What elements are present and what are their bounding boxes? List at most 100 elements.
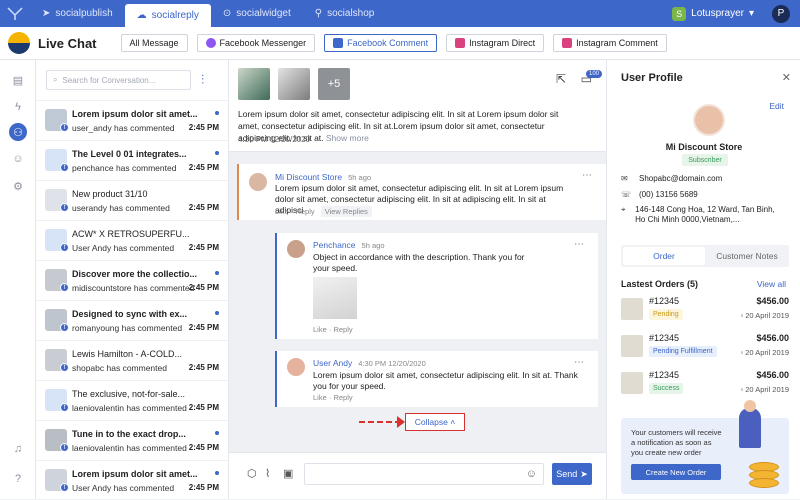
send-icon: ➤ [580,468,588,479]
shop-icon: ⚲ [314,8,323,19]
unread-indicator [215,471,219,475]
tab-socialwidget[interactable]: ⊙ socialwidget [211,0,303,27]
user-icon[interactable]: ☺ [9,150,27,168]
more-options-icon[interactable]: ⋯ [574,239,584,250]
filter-facebook-messenger[interactable]: Facebook Messenger [196,34,316,52]
facebook-icon: f [60,363,69,372]
conversation-time: 2:45 PM [188,443,219,452]
conversation-title: Designed to sync with ex... [72,309,188,319]
filter-instagram-direct[interactable]: Instagram Direct [446,34,545,52]
message-input[interactable]: ☺ [304,463,544,485]
tab-socialshop[interactable]: ⚲ socialshop [303,0,387,27]
like-link[interactable]: Like [313,325,327,334]
more-options-icon[interactable]: ⋯ [574,357,584,368]
network-icon[interactable]: ⚇ [9,123,27,141]
status-badge: Success [649,383,684,394]
show-more-link[interactable]: Show more [326,133,369,143]
search-input[interactable]: ⌕ Search for Conversation... [46,70,191,90]
instagram-icon [562,38,573,48]
like-link[interactable]: Like [313,393,327,402]
post-image[interactable] [278,68,310,100]
product-icon[interactable]: ⬡ [247,467,257,480]
store-selector[interactable]: S Lotusprayer ▾ [672,6,754,21]
filter-instagram-comment[interactable]: Instagram Comment [553,34,667,52]
view-all-link[interactable]: View all [757,279,786,289]
conversation-subtitle: midiscountstore has commented [72,283,195,293]
comment-author[interactable]: Mi Discount Store 5h ago [275,172,371,182]
reply-link[interactable]: Reply [333,393,352,402]
collapse-button[interactable]: Collapse ˄ [405,413,465,431]
filter-facebook-comment[interactable]: Facebook Comment [324,34,438,52]
conversation-item[interactable]: f Lorem ipsum dolor sit amet... user_andy … [36,100,229,140]
facebook-icon: f [60,203,69,212]
unread-indicator [215,431,219,435]
gear-icon[interactable]: ⚙ [9,177,27,195]
conversation-item[interactable]: f The Level 0 01 integrates... penchance h… [36,140,229,180]
user-avatar[interactable]: P [772,4,790,23]
tab-socialpublish[interactable]: ➤ socialpublish [30,0,125,27]
composer: ⬡ ⌇ ▣ ☺ Send ➤ [229,452,606,499]
conversation-subtitle: penchance has commented [72,163,177,173]
post-card: +5 ⇱ ▭ 100 Lorem ipsum dolor sit amet, c… [229,60,606,152]
conversation-item[interactable]: f The exclusive, not-for-sale... laenioval… [36,380,229,420]
thread-panel: +5 ⇱ ▭ 100 Lorem ipsum dolor sit amet, c… [229,60,606,499]
profile-name: Mi Discount Store [665,142,743,152]
reply-link[interactable]: Reply [295,207,314,216]
filter-all-message[interactable]: All Message [120,34,188,52]
reply-link[interactable]: Reply [333,325,352,334]
brand-logo [8,32,30,54]
conversation-time: 2:45 PM [188,363,219,372]
attachment-image[interactable] [313,277,357,319]
help-icon[interactable]: ? [9,470,27,488]
status-badge: Pending [649,309,683,320]
conversation-list: ⌕ Search for Conversation... ⫶ f Lorem ip… [36,60,229,499]
conversation-subtitle: user_andy has commented [72,123,175,133]
conversation-subtitle: shopabc has commented [72,363,167,373]
view-replies-button[interactable]: View Replies [320,206,372,217]
widget-icon: ⊙ [222,8,232,19]
headset-icon[interactable]: ♫ [9,440,27,458]
conversation-item[interactable]: f Lewis Hamilton - A-COLD... shopabc has c… [36,340,229,380]
conversation-subtitle: laeniovalentin has commented [72,403,187,413]
facebook-icon: f [60,163,69,172]
lightning-icon[interactable]: ϟ [9,98,27,116]
comment-author[interactable]: User Andy 4:30 PM 12/20/2020 [313,358,426,368]
external-link-icon[interactable]: ⇱ [556,72,566,86]
search-icon: ⌕ [53,75,58,84]
app-logo-icon[interactable] [0,0,30,27]
send-button[interactable]: Send ➤ [552,463,592,485]
tab-socialreply[interactable]: ☁ socialreply [124,4,211,27]
post-image[interactable] [238,68,270,100]
conversation-title: New product 31/10 [72,189,148,199]
conversation-item[interactable]: f Designed to sync with ex... romanyoung h… [36,300,229,340]
top-bar: ➤ socialpublish ☁ socialreply ⊙ socialwidge… [0,0,800,27]
order-row[interactable]: #12345 $456.00 Pending ▫ 20 April 2019 [621,296,789,326]
more-images[interactable]: +5 [318,68,350,100]
comment-author[interactable]: Penchance 5h ago [313,240,385,250]
conversation-item[interactable]: f New product 31/10 userandy has commented… [36,180,229,220]
order-row[interactable]: #12345 $456.00 Pending Fulfillment ▫ 20 … [621,333,789,363]
conversation-item[interactable]: f Lorem ipsum dolor sit amet... User Andy … [36,460,229,500]
conversation-title: Lorem ipsum dolor sit amet... [72,109,198,119]
emoji-icon[interactable]: ☺ [526,468,537,480]
conversation-item[interactable]: f ACW* X RETROSUPERFU... User Andy has com… [36,220,229,260]
like-link[interactable]: Like [275,207,289,216]
close-icon[interactable]: ✕ [782,71,791,84]
filter-sliders-icon[interactable]: ⫶ [201,72,204,88]
tab-customer-notes[interactable]: Customer Notes [707,247,787,265]
conversation-title: Lewis Hamilton - A-COLD... [72,349,183,359]
edit-button[interactable]: Edit [769,101,784,111]
document-icon[interactable]: ▤ [9,71,27,89]
attachment-icon[interactable]: ⌇ [265,467,270,480]
product-thumbnail [621,372,643,394]
order-row[interactable]: #12345 $456.00 Success ▫ 20 April 2019 [621,370,789,400]
reply-card: Penchance 5h ago Object in accordance wit… [275,233,598,339]
message-template-icon[interactable]: ▣ [283,467,293,480]
left-nav: ▤ ϟ ⚇ ☺ ⚙ ♫ ? [0,60,36,499]
conversation-item[interactable]: f Tune in to the exact drop... laeniovalen… [36,420,229,460]
conversation-title: The Level 0 01 integrates... [72,149,187,159]
more-options-icon[interactable]: ⋯ [582,170,592,181]
create-new-order-button[interactable]: Create New Order [631,464,721,480]
tab-order[interactable]: Order [623,247,705,265]
conversation-item[interactable]: f Discover more the collectio... midiscoun… [36,260,229,300]
